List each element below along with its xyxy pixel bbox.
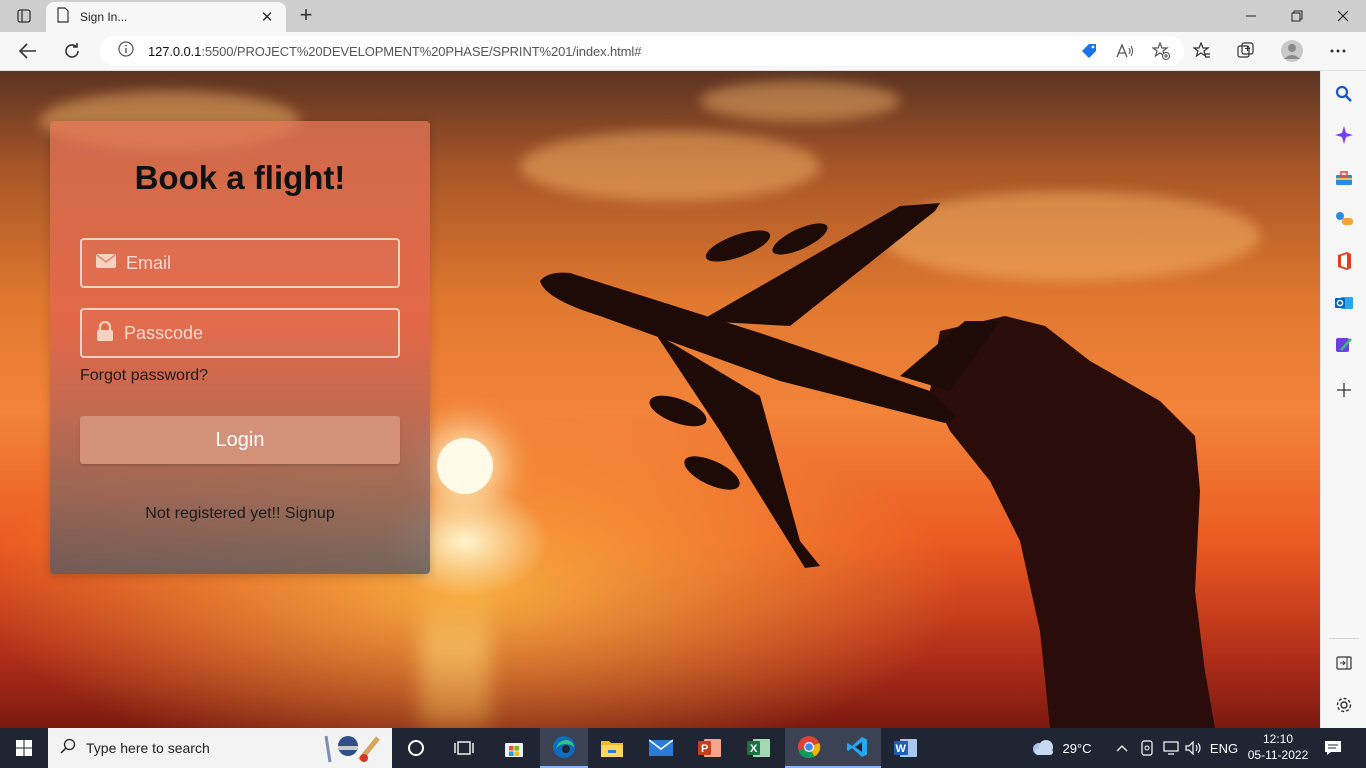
passcode-field[interactable] [80,308,400,358]
windows-start-icon[interactable] [0,728,48,768]
settings-gear-icon[interactable] [1331,692,1357,718]
page-file-icon [56,6,70,28]
login-card: Book a flight! Forgot password? Login No… [50,121,430,574]
tag-icon[interactable] [1078,41,1100,61]
email-input[interactable] [126,252,386,274]
clock-time: 12:10 [1262,732,1294,746]
forgot-password-link[interactable]: Forgot password? [80,367,208,385]
signup-prompt: Not registered yet!! Signup [50,505,430,523]
lock-icon [96,320,114,346]
page-title: Book a flight! [134,159,346,196]
hide-sidebar-icon[interactable] [1331,650,1357,676]
refresh-icon[interactable] [56,36,88,66]
task-view-icon[interactable] [440,728,488,768]
url-host: 127.0.0.1 [148,43,202,59]
restore-button[interactable] [1274,0,1320,32]
mail-icon[interactable] [637,728,685,768]
volume-icon[interactable] [1183,728,1205,768]
read-aloud-icon[interactable] [1114,41,1136,61]
taskbar-search-placeholder: Type here to search [86,740,210,756]
browser-tab[interactable]: Sign In... ✕ [46,2,286,32]
add-favorite-icon[interactable] [1150,41,1172,61]
sidebar-divider [1329,638,1359,639]
close-window-button[interactable] [1320,0,1366,32]
collections-icon[interactable] [1230,36,1262,66]
tab-title: Sign In... [80,10,128,24]
edge-browser-icon[interactable] [540,728,588,768]
tab-actions-icon[interactable] [8,4,40,28]
signup-prefix-text: Not registered yet!! [145,505,281,522]
address-bar[interactable]: 127.0.0.1:5500/PROJECT%20DEVELOPMENT%20P… [100,36,1184,66]
tab-close-icon[interactable]: ✕ [258,8,276,26]
taskbar-search-icon [60,738,76,759]
minimize-button[interactable] [1228,0,1274,32]
back-arrow-icon[interactable] [12,36,44,66]
powerpoint-icon[interactable]: P [686,728,734,768]
envelope-icon [96,253,116,274]
chrome-icon[interactable] [785,728,833,768]
file-explorer-icon[interactable] [588,728,636,768]
passcode-input[interactable] [124,322,384,344]
weather-temperature[interactable]: 29°C [1060,728,1094,768]
outlook-icon[interactable] [1331,290,1357,316]
taskbar-search-box[interactable]: Type here to search [48,728,392,768]
windows-taskbar: Type here to search P X W 29°C ENG 12:10… [0,728,1366,768]
favorites-icon[interactable] [1186,36,1218,66]
tools-icon[interactable] [1331,165,1357,191]
network-icon[interactable] [1160,728,1182,768]
signup-link[interactable]: Signup [285,505,335,522]
office-icon[interactable] [1331,248,1357,274]
email-field[interactable] [80,238,400,288]
browser-tab-bar: Sign In... ✕ + [0,0,1366,32]
cortana-icon[interactable] [392,728,440,768]
url-path: :5500/PROJECT%20DEVELOPMENT%20PHASE/SPRI… [201,43,642,59]
edge-sidebar [1320,71,1366,728]
url-text: 127.0.0.1:5500/PROJECT%20DEVELOPMENT%20P… [148,44,641,59]
notifications-icon[interactable] [1318,728,1348,768]
designer-icon[interactable] [1331,332,1357,358]
add-sidebar-app-icon[interactable] [1331,377,1357,403]
show-hidden-icons-chevron-icon[interactable] [1112,728,1132,768]
microsoft-store-icon[interactable] [490,728,538,768]
word-icon[interactable]: W [882,728,930,768]
discover-sparkle-icon[interactable] [1331,122,1357,148]
svg-text:P: P [701,743,708,755]
svg-text:X: X [750,743,758,755]
site-info-icon[interactable] [118,40,134,62]
language-indicator[interactable]: ENG [1208,728,1240,768]
clock-date: 05-11-2022 [1247,748,1309,762]
page-viewport: Book a flight! Forgot password? Login No… [0,71,1320,728]
system-clock[interactable]: 12:10 05-11-2022 [1240,731,1316,763]
search-icon[interactable] [1331,81,1357,107]
games-icon[interactable] [1331,206,1357,232]
device-icon[interactable] [1136,728,1158,768]
vscode-icon[interactable] [833,728,881,768]
svg-text:W: W [896,743,907,755]
excel-icon[interactable]: X [735,728,783,768]
weather-cloud-icon[interactable] [1028,728,1058,768]
more-menu-icon[interactable] [1322,36,1354,66]
browser-toolbar: 127.0.0.1:5500/PROJECT%20DEVELOPMENT%20P… [0,32,1366,71]
cricket-highlight-icon [320,732,384,768]
new-tab-button[interactable]: + [292,2,320,30]
profile-avatar[interactable] [1276,36,1308,66]
login-button[interactable]: Login [80,416,400,464]
